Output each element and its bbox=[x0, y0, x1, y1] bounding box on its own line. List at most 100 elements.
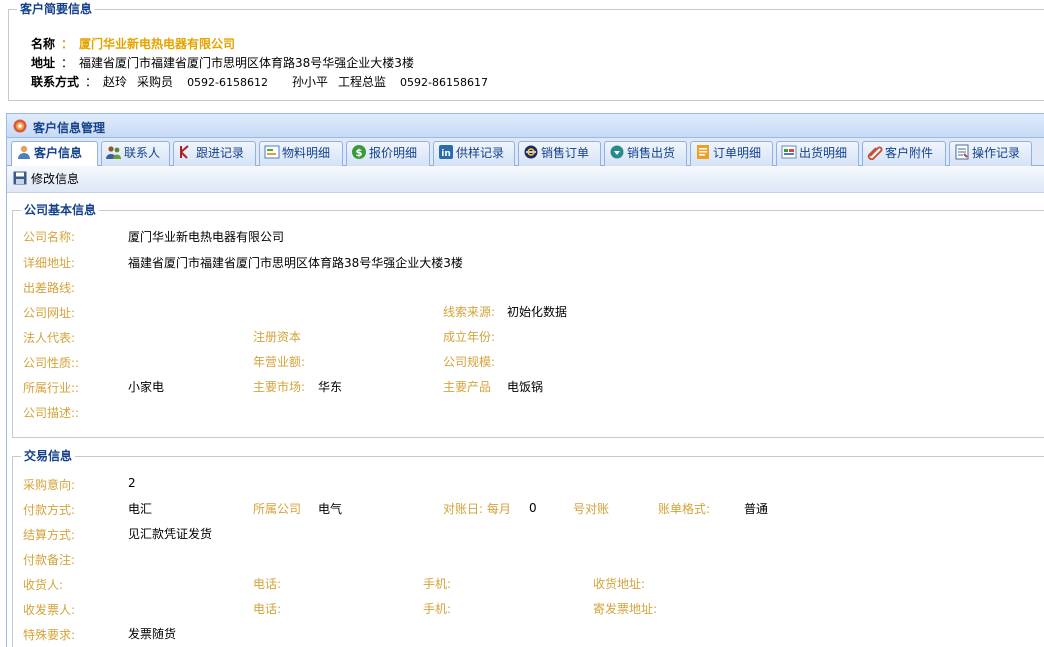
purchase-intent-value: 2 bbox=[128, 476, 136, 490]
tab-order-details[interactable]: 订单明细 bbox=[690, 141, 773, 166]
shipment-icon bbox=[610, 145, 624, 159]
tab-bar: 客户信息 联系人 跟进记录 物料明细 $ 报价明细 in 供样记录 销售订单 销售出… bbox=[7, 138, 1044, 167]
owner-company-label: 所属公司 bbox=[253, 502, 302, 516]
tab-label: 供样记录 bbox=[456, 146, 505, 160]
materials-icon bbox=[264, 145, 280, 159]
company-name-label: 公司名称: bbox=[23, 230, 76, 244]
summary-address-label: 地址 bbox=[31, 56, 56, 70]
user-icon bbox=[18, 145, 30, 159]
lead-source-label: 线索来源: bbox=[443, 305, 496, 319]
invoice-receiver-label: 收发票人: bbox=[23, 603, 76, 617]
contact-name: 赵玲 bbox=[103, 75, 128, 89]
panel-header: 客户信息管理 bbox=[7, 114, 1044, 138]
log-icon bbox=[955, 144, 969, 160]
tab-materials[interactable]: 物料明细 bbox=[259, 141, 343, 166]
contact-title: 工程总监 bbox=[338, 75, 387, 89]
contacts-icon bbox=[106, 146, 121, 159]
summary-name-colon: ： bbox=[61, 37, 74, 51]
settlement-label: 结算方式: bbox=[23, 528, 76, 542]
industry-label: 所属行业:: bbox=[23, 381, 80, 395]
tab-label: 报价明细 bbox=[369, 146, 418, 160]
tab-follow-up[interactable]: 跟进记录 bbox=[173, 141, 256, 166]
contact-phone: 0592-6158612 bbox=[187, 76, 269, 89]
summary-name-row: 名称 ： 厦门华业新电热电器有限公司 bbox=[31, 36, 235, 52]
panel-title: 客户信息管理 bbox=[33, 121, 106, 135]
bill-format-value: 普通 bbox=[744, 502, 769, 516]
contact-phone: 0592-86158617 bbox=[400, 76, 488, 89]
consignee-mobile-label: 手机: bbox=[423, 577, 452, 591]
company-name-value: 厦门华业新电热电器有限公司 bbox=[128, 230, 285, 244]
summary-address-colon: ： bbox=[61, 56, 74, 70]
legal-rep-label: 法人代表: bbox=[23, 331, 76, 345]
settlement-value: 见汇款凭证发货 bbox=[128, 527, 213, 541]
summary-company-name: 厦门华业新电热电器有限公司 bbox=[79, 37, 236, 51]
invoice-address-label: 寄发票地址: bbox=[593, 602, 658, 616]
market-label: 主要市场: bbox=[253, 380, 306, 394]
tab-shipment-details[interactable]: 出货明细 bbox=[776, 141, 859, 166]
nature-label: 公司性质:: bbox=[23, 356, 80, 370]
route-label: 出差路线: bbox=[23, 281, 76, 295]
tab-label: 跟进记录 bbox=[196, 146, 245, 160]
basic-info-legend: 公司基本信息 bbox=[21, 203, 100, 217]
sales-order-icon bbox=[524, 145, 538, 159]
svg-text:in: in bbox=[441, 149, 451, 159]
toolbar: 修改信息 bbox=[7, 166, 1044, 193]
tab-customer-info[interactable]: 客户信息 bbox=[11, 141, 98, 167]
address-value: 福建省厦门市福建省厦门市思明区体育路38号华强企业大楼3楼 bbox=[128, 256, 463, 270]
summary-contact-label: 联系方式 bbox=[31, 75, 80, 89]
shipment-detail-icon bbox=[781, 145, 797, 159]
summary-address-row: 地址 ： 福建省厦门市福建省厦门市思明区体育路38号华强企业大楼3楼 bbox=[31, 55, 414, 71]
attachment-icon bbox=[867, 146, 883, 160]
tab-attachments[interactable]: 客户附件 bbox=[862, 141, 946, 166]
website-label: 公司网址: bbox=[23, 306, 76, 320]
industry-value: 小家电 bbox=[128, 380, 165, 394]
founded-label: 成立年份: bbox=[443, 330, 496, 344]
edit-info-button[interactable]: 修改信息 bbox=[13, 170, 79, 188]
bill-format-label: 账单格式: bbox=[658, 502, 711, 516]
tab-label: 物料明细 bbox=[282, 146, 331, 160]
consignee-label: 收货人: bbox=[23, 578, 64, 592]
summary-legend: 客户简要信息 bbox=[17, 2, 96, 16]
follow-up-icon bbox=[180, 145, 189, 159]
lead-source-value: 初始化数据 bbox=[507, 305, 568, 319]
address-label: 详细地址: bbox=[23, 256, 76, 270]
invoice-mobile-label: 手机: bbox=[423, 602, 452, 616]
tab-samples[interactable]: in 供样记录 bbox=[433, 141, 515, 166]
tab-label: 客户信息 bbox=[34, 146, 83, 160]
reconciliation-label: 对账日: 每月 bbox=[443, 502, 511, 516]
save-icon bbox=[13, 171, 27, 185]
delivery-address-label: 收货地址: bbox=[593, 577, 646, 591]
tab-quotes[interactable]: $ 报价明细 bbox=[346, 141, 430, 166]
product-label: 主要产品 bbox=[443, 380, 492, 394]
edit-info-label: 修改信息 bbox=[31, 172, 80, 186]
order-detail-icon bbox=[697, 145, 709, 159]
revenue-label: 年营业额: bbox=[253, 355, 306, 369]
description-label: 公司描述:: bbox=[23, 406, 80, 420]
summary-contact-row: 联系方式 ： 赵玲 采购员 0592-6158612 孙小平 工程总监 0592-861586… bbox=[31, 74, 488, 91]
reconciliation-day: 0 bbox=[529, 501, 537, 515]
tab-operation-log[interactable]: 操作记录 bbox=[949, 141, 1032, 166]
product-value: 电饭锅 bbox=[507, 380, 544, 394]
contact-title: 采购员 bbox=[137, 75, 174, 89]
trade-info-legend: 交易信息 bbox=[21, 449, 76, 463]
tab-label: 客户附件 bbox=[885, 146, 934, 160]
payment-method-value: 电汇 bbox=[128, 502, 153, 516]
summary-name-label: 名称 bbox=[31, 37, 56, 51]
capital-label: 注册资本 bbox=[253, 330, 302, 344]
dollar-icon: $ bbox=[352, 145, 366, 159]
tab-sales-shipment[interactable]: 销售出货 bbox=[604, 141, 687, 166]
payment-note-label: 付款备注: bbox=[23, 553, 76, 567]
summary-contact-colon: ： bbox=[85, 75, 98, 89]
tab-label: 出货明细 bbox=[799, 146, 848, 160]
tab-label: 销售订单 bbox=[541, 146, 590, 160]
tab-sales-orders[interactable]: 销售订单 bbox=[518, 141, 601, 166]
invoice-phone-label: 电话: bbox=[253, 602, 282, 616]
scale-label: 公司规模: bbox=[443, 355, 496, 369]
sample-icon: in bbox=[439, 145, 453, 159]
payment-method-label: 付款方式: bbox=[23, 503, 76, 517]
consignee-phone-label: 电话: bbox=[253, 577, 282, 591]
special-requirements-label: 特殊要求: bbox=[23, 628, 76, 642]
summary-address: 福建省厦门市福建省厦门市思明区体育路38号华强企业大楼3楼 bbox=[79, 56, 414, 70]
tab-contacts[interactable]: 联系人 bbox=[101, 141, 170, 166]
reconciliation-suffix: 号对账 bbox=[573, 502, 610, 516]
